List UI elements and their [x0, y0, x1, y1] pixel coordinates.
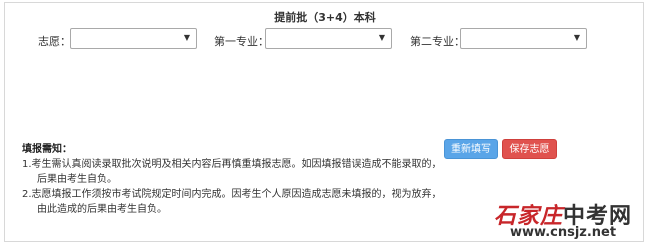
second-major-label: 第二专业：: [410, 35, 465, 48]
reset-button[interactable]: 重新填写: [444, 139, 498, 159]
chevron-down-icon: ▼: [378, 33, 385, 42]
first-major-label: 第一专业：: [214, 35, 269, 48]
chevron-down-icon: ▼: [183, 33, 190, 42]
first-major-select[interactable]: ▼: [265, 28, 392, 49]
notice-line: 2.志愿填报工作须按市考试院规定时间内完成。因考生个人原因造成志愿未填报的，视为…: [22, 189, 442, 200]
form-title: 提前批（3+4）本科: [274, 11, 376, 24]
chevron-down-icon: ▼: [573, 33, 580, 42]
second-major-select[interactable]: ▼: [460, 28, 587, 49]
volunteer-label: 志愿：: [38, 35, 71, 48]
notice-line: 1.考生需认真阅读录取批次说明及相关内容后再慎重填报志愿。如因填报错误造成不能录…: [22, 159, 442, 170]
notice-line: 后果由考生自负。: [37, 174, 117, 185]
volunteer-select[interactable]: ▼: [70, 28, 197, 49]
watermark-url: www.cnsjz.net: [510, 225, 617, 240]
notice-line: 由此造成的后果由考生自负。: [37, 204, 167, 215]
site-watermark: 石家庄中考网 www.cnsjz.net: [494, 198, 646, 244]
notice-title: 填报需知：: [22, 144, 72, 155]
save-button[interactable]: 保存志愿: [502, 139, 557, 159]
